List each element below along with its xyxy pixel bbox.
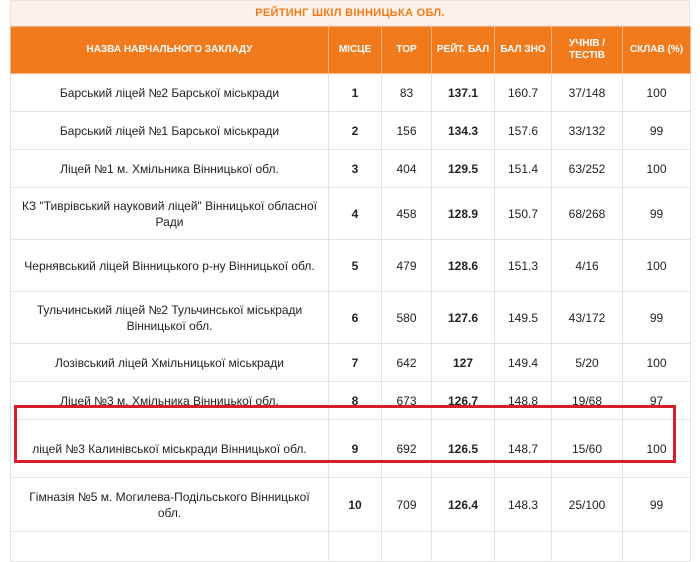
cell-rating-score: 129.5 <box>431 149 495 188</box>
table-row: Лозівський ліцей Хмільницької міськради 7… <box>10 343 691 382</box>
cell-rating-score: 127 <box>431 343 495 382</box>
cell-top-rank: 673 <box>381 381 432 420</box>
cell-place: 8 <box>328 381 382 420</box>
cell-students-tests: 37/148 <box>551 73 623 112</box>
cell-school-name: Ліцей №1 м. Хмільника Вінницької обл. <box>10 149 329 188</box>
table-title: РЕЙТИНГ ШКІЛ ВІННИЦЬКА ОБЛ. <box>10 0 690 26</box>
cell-school-name: КЗ "Тиврівський науковий ліцей" Вінницьк… <box>10 187 329 240</box>
cell-rating-score: 126.4 <box>431 477 495 532</box>
table-row: Чернявський ліцей Вінницького р-ну Вінни… <box>10 239 691 292</box>
cell-top-rank: 692 <box>381 419 432 478</box>
cell-students-tests: 4/16 <box>551 239 623 292</box>
table-row: Ліцей №3 м. Хмільника Вінницької обл. 8 67… <box>10 381 691 420</box>
cell-rating-score: 126.5 <box>431 419 495 478</box>
cell-place: 10 <box>328 477 382 532</box>
column-header-name: НАЗВА НАВЧАЛЬНОГО ЗАКЛАДУ <box>10 26 329 74</box>
column-header-students: УЧНІВ / ТЕСТІВ <box>551 26 623 74</box>
table-row: Барський ліцей №1 Барської міськради 2 156… <box>10 111 691 150</box>
cell-passed-percent: 100 <box>622 149 691 188</box>
table-row: Гімназія №5 м. Могилева-Подільського Він… <box>10 477 691 532</box>
cell-zno-score: 157.6 <box>494 111 552 150</box>
cell-students-tests: 68/268 <box>551 187 623 240</box>
rating-table: НАЗВА НАВЧАЛЬНОГО ЗАКЛАДУ МІСЦЕ ТОР РЕЙТ… <box>10 26 691 562</box>
cell-students-tests: 25/100 <box>551 477 623 532</box>
cell-rating-score: 127.6 <box>431 291 495 344</box>
column-header-place: МІСЦЕ <box>328 26 382 74</box>
cell-students-tests: 33/132 <box>551 111 623 150</box>
cell-students-tests: 63/252 <box>551 149 623 188</box>
column-header-passed: СКЛАВ (%) <box>622 26 691 74</box>
cell-top-rank: 642 <box>381 343 432 382</box>
table-row: Тульчинський ліцей №2 Тульчинської міськ… <box>10 291 691 344</box>
column-header-rating: РЕЙТ. БАЛ <box>431 26 495 74</box>
cell-students-tests <box>551 531 623 562</box>
cell-place: 3 <box>328 149 382 188</box>
cell-passed-percent: 99 <box>622 111 691 150</box>
column-header-top: ТОР <box>381 26 432 74</box>
cell-rating-score: 128.9 <box>431 187 495 240</box>
cell-place: 5 <box>328 239 382 292</box>
cell-school-name: ліцей №3 Калинівської міськради Вінницьк… <box>10 419 329 478</box>
cell-school-name: Барський ліцей №1 Барської міськради <box>10 111 329 150</box>
cell-school-name: Тульчинський ліцей №2 Тульчинської міськ… <box>10 291 329 344</box>
table-row: КЗ "Тиврівський науковий ліцей" Вінницьк… <box>10 187 691 240</box>
cell-students-tests: 19/68 <box>551 381 623 420</box>
cell-top-rank: 404 <box>381 149 432 188</box>
cell-top-rank: 83 <box>381 73 432 112</box>
cell-place: 9 <box>328 419 382 478</box>
cell-passed-percent: 100 <box>622 73 691 112</box>
cell-rating-score: 128.6 <box>431 239 495 292</box>
cell-place: 7 <box>328 343 382 382</box>
cell-zno-score: 151.3 <box>494 239 552 292</box>
cell-passed-percent: 97 <box>622 381 691 420</box>
cell-rating-score: 137.1 <box>431 73 495 112</box>
cell-place: 6 <box>328 291 382 344</box>
cell-zno-score: 148.3 <box>494 477 552 532</box>
cell-top-rank: 479 <box>381 239 432 292</box>
cell-passed-percent: 100 <box>622 419 691 478</box>
table-header-row: НАЗВА НАВЧАЛЬНОГО ЗАКЛАДУ МІСЦЕ ТОР РЕЙТ… <box>10 26 691 74</box>
cell-place: 2 <box>328 111 382 150</box>
table-row <box>10 531 691 562</box>
cell-top-rank: 580 <box>381 291 432 344</box>
cell-zno-score: 148.8 <box>494 381 552 420</box>
column-header-zno: БАЛ ЗНО <box>494 26 552 74</box>
cell-top-rank <box>381 531 432 562</box>
cell-school-name: Лозівський ліцей Хмільницької міськради <box>10 343 329 382</box>
cell-top-rank: 458 <box>381 187 432 240</box>
cell-passed-percent: 99 <box>622 291 691 344</box>
cell-passed-percent: 99 <box>622 187 691 240</box>
cell-school-name: Гімназія №5 м. Могилева-Подільського Він… <box>10 477 329 532</box>
cell-zno-score: 149.4 <box>494 343 552 382</box>
cell-passed-percent: 100 <box>622 343 691 382</box>
cell-passed-percent: 100 <box>622 239 691 292</box>
cell-place <box>328 531 382 562</box>
cell-passed-percent <box>622 531 691 562</box>
table-row: Барський ліцей №2 Барської міськради 1 83 1… <box>10 73 691 112</box>
table-row: ліцей №3 Калинівської міськради Вінницьк… <box>10 419 691 478</box>
cell-place: 4 <box>328 187 382 240</box>
cell-school-name: Ліцей №3 м. Хмільника Вінницької обл. <box>10 381 329 420</box>
cell-school-name <box>10 531 329 562</box>
cell-place: 1 <box>328 73 382 112</box>
cell-zno-score <box>494 531 552 562</box>
cell-zno-score: 149.5 <box>494 291 552 344</box>
cell-zno-score: 150.7 <box>494 187 552 240</box>
cell-students-tests: 43/172 <box>551 291 623 344</box>
cell-students-tests: 5/20 <box>551 343 623 382</box>
cell-zno-score: 160.7 <box>494 73 552 112</box>
cell-top-rank: 709 <box>381 477 432 532</box>
cell-students-tests: 15/60 <box>551 419 623 478</box>
cell-zno-score: 151.4 <box>494 149 552 188</box>
cell-passed-percent: 99 <box>622 477 691 532</box>
cell-rating-score: 126.7 <box>431 381 495 420</box>
table-row: Ліцей №1 м. Хмільника Вінницької обл. 3 40… <box>10 149 691 188</box>
cell-rating-score <box>431 531 495 562</box>
cell-school-name: Чернявський ліцей Вінницького р-ну Вінни… <box>10 239 329 292</box>
rating-widget: РЕЙТИНГ ШКІЛ ВІННИЦЬКА ОБЛ. НАЗВА НАВЧАЛ… <box>10 0 691 562</box>
cell-school-name: Барський ліцей №2 Барської міськради <box>10 73 329 112</box>
cell-top-rank: 156 <box>381 111 432 150</box>
cell-rating-score: 134.3 <box>431 111 495 150</box>
cell-zno-score: 148.7 <box>494 419 552 478</box>
